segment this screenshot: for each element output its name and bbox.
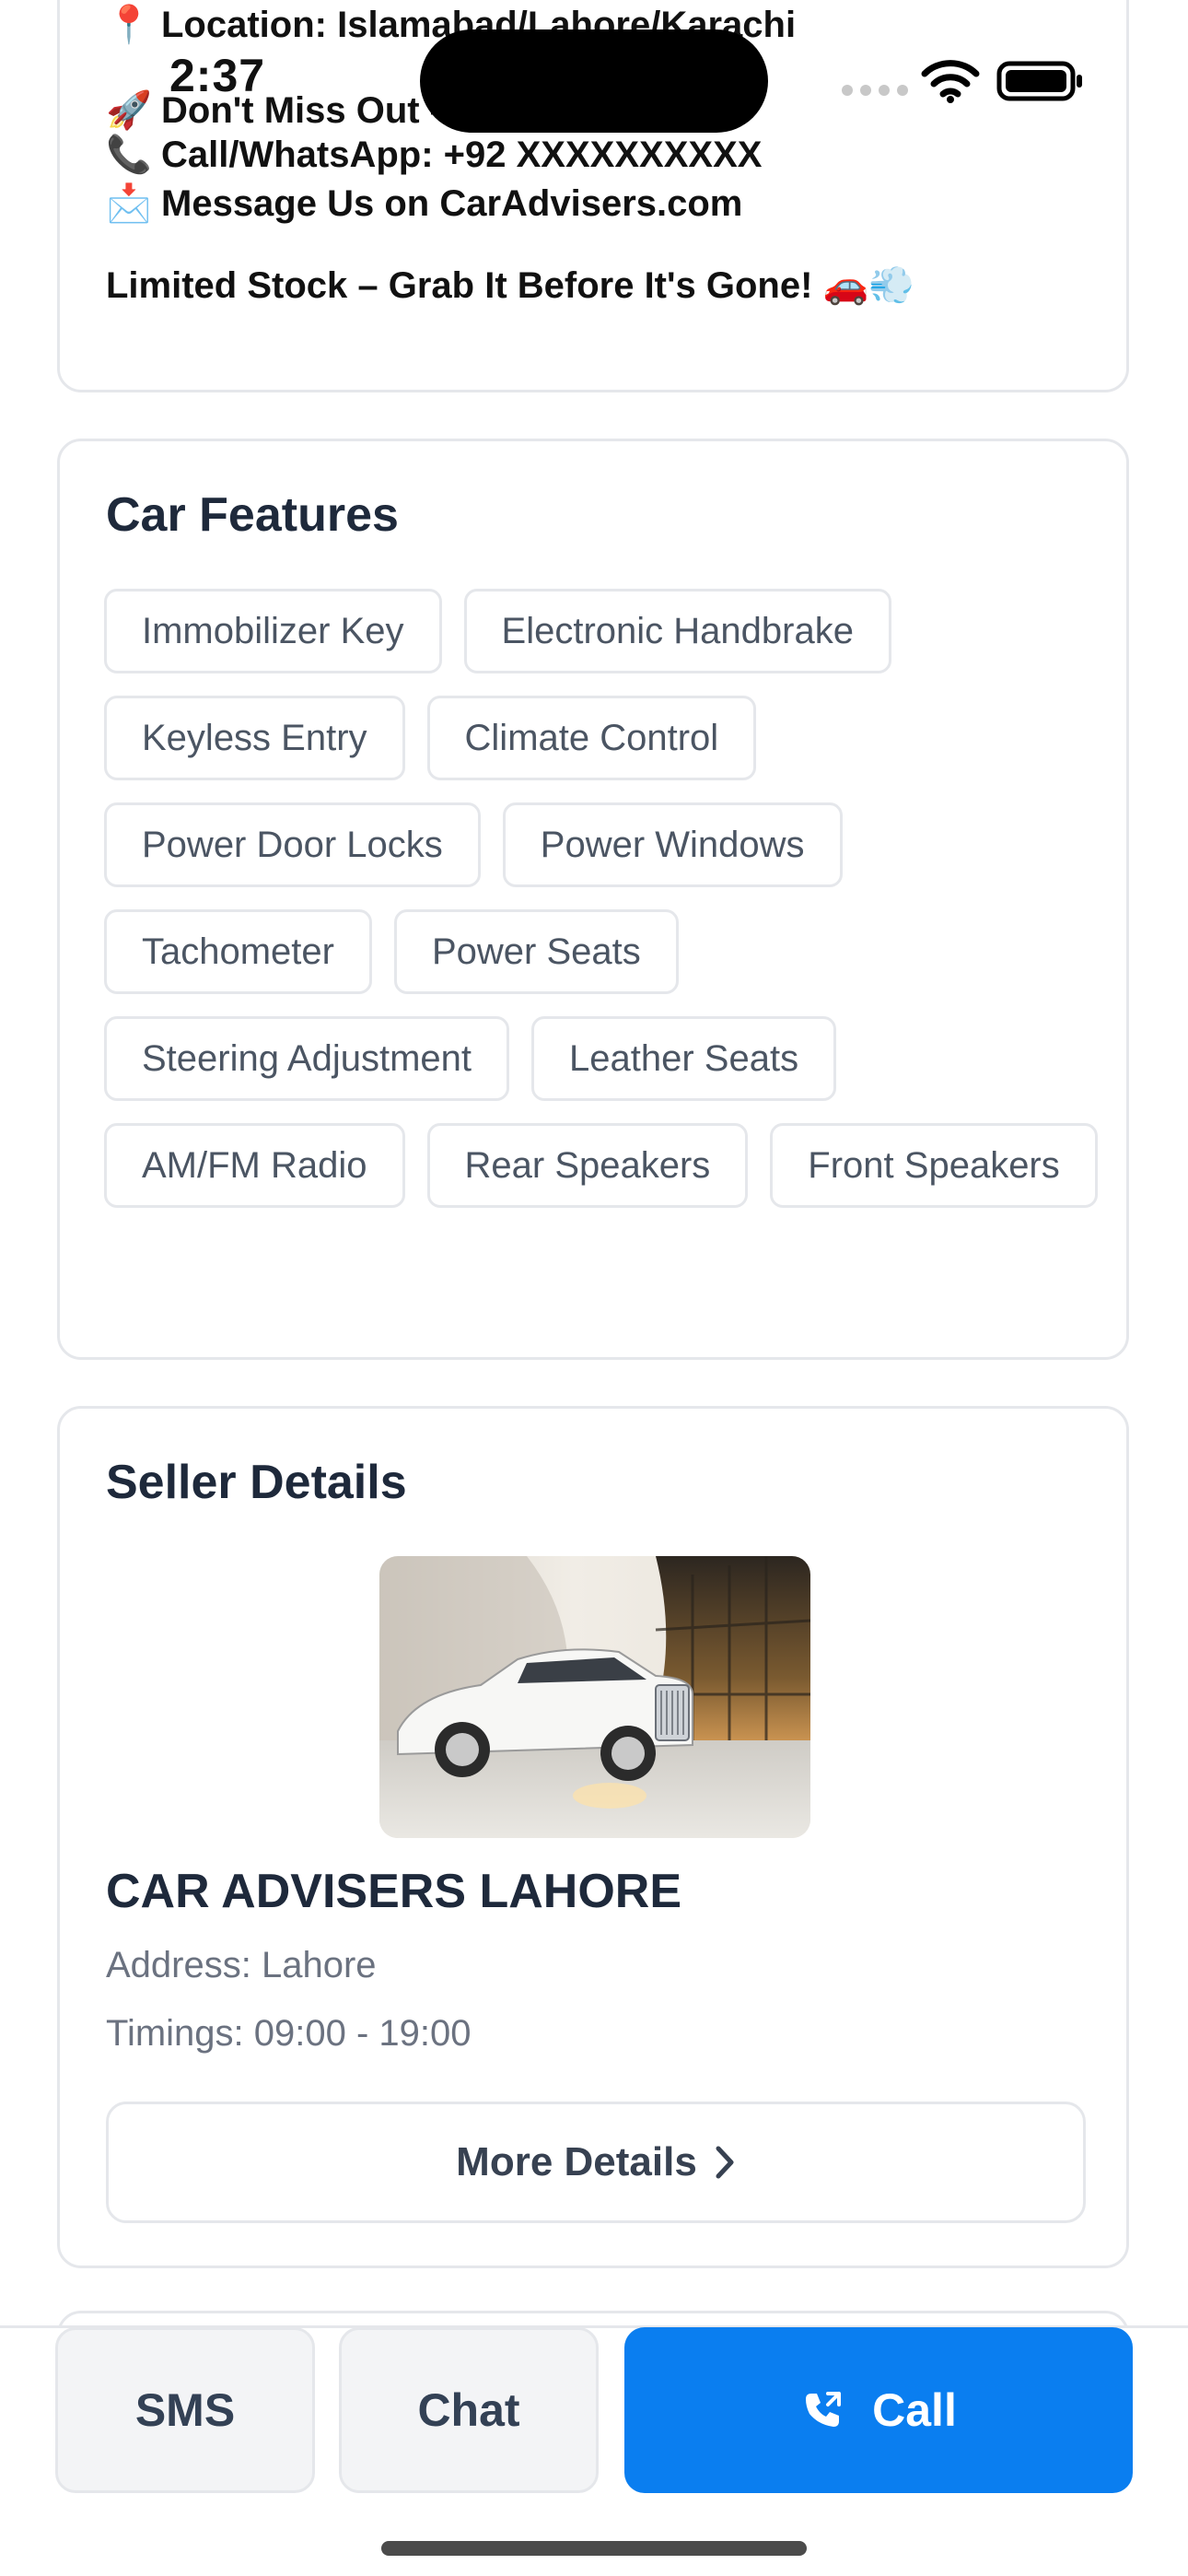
pin-icon: 📍: [106, 5, 152, 45]
feature-chip: Immobilizer Key: [104, 589, 442, 673]
wifi-icon: [921, 59, 980, 108]
feature-chip: AM/FM Radio: [104, 1123, 405, 1208]
feature-chip: Leather Seats: [531, 1016, 837, 1101]
feature-chip: Power Door Locks: [104, 802, 481, 887]
seller-name: CAR ADVISERS LAHORE: [106, 1865, 682, 1918]
feature-chip: Tachometer: [104, 909, 372, 994]
more-details-button[interactable]: More Details: [106, 2102, 1086, 2223]
promo-message-text: Message Us on CarAdvisers.com: [161, 183, 743, 224]
status-time: 2:37: [169, 50, 266, 101]
promo-call-text: Call/WhatsApp: +92 XXXXXXXXXX: [161, 135, 763, 175]
sms-button[interactable]: SMS: [55, 2327, 315, 2493]
seller-address: Address: Lahore: [106, 1945, 377, 1985]
seller-details-card: Seller Details CAR ADVISERS LAHORE Addre…: [57, 1406, 1129, 2268]
sms-button-label: SMS: [134, 2384, 236, 2436]
feature-chip: Climate Control: [426, 696, 757, 780]
battery-icon: [996, 59, 1085, 108]
promo-message: 📩 Message Us on CarAdvisers.com: [106, 181, 742, 226]
call-button-label: Call: [872, 2384, 957, 2436]
chevron-right-icon: [714, 2144, 736, 2181]
seller-details-title: Seller Details: [106, 1456, 407, 1509]
feature-chip: Electronic Handbrake: [463, 589, 891, 673]
promo-limited-stock: Limited Stock – Grab It Before It's Gone…: [106, 265, 915, 306]
seller-timings: Timings: 09:00 - 19:00: [106, 2013, 472, 2054]
feature-chip: Power Windows: [502, 802, 843, 887]
feature-chip: Keyless Entry: [104, 696, 405, 780]
dynamic-island: [420, 29, 768, 133]
home-indicator: [381, 2541, 807, 2556]
more-details-label: More Details: [456, 2139, 697, 2184]
car-features-title: Car Features: [106, 488, 399, 542]
seller-photo: [379, 1556, 810, 1838]
feature-chip: Steering Adjustment: [104, 1016, 509, 1101]
call-button[interactable]: Call: [624, 2327, 1133, 2493]
chat-button-label: Chat: [417, 2384, 520, 2436]
envelope-icon: 📩: [106, 183, 152, 224]
feature-chip: Power Seats: [393, 909, 679, 994]
feature-chip: Front Speakers: [770, 1123, 1098, 1208]
car-features-card: Car Features Immobilizer Key Electronic …: [57, 439, 1129, 1360]
feature-chip-list: Immobilizer Key Electronic Handbrake Key…: [104, 589, 1099, 1208]
chat-button[interactable]: Chat: [339, 2327, 599, 2493]
feature-chip: Rear Speakers: [426, 1123, 749, 1208]
phone-icon: 📞: [106, 135, 152, 175]
phone-call-icon: [800, 2388, 844, 2432]
cellular-signal-icon: [838, 81, 912, 104]
promo-call: 📞 Call/WhatsApp: +92 XXXXXXXXXX: [106, 133, 762, 177]
rocket-icon: 🚀: [106, 90, 152, 131]
